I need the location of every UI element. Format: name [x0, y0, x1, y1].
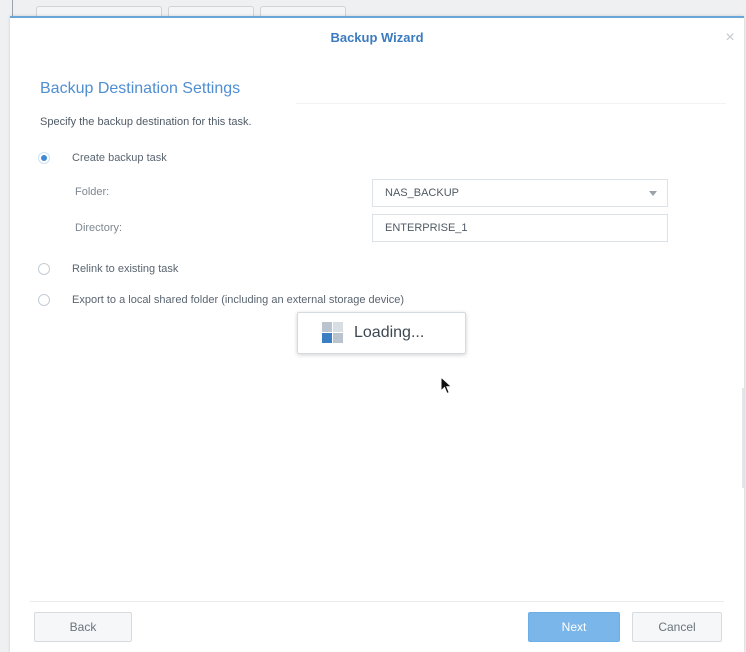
- mouse-cursor-icon: [440, 376, 453, 395]
- loading-text: Loading...: [354, 324, 425, 341]
- cancel-button[interactable]: Cancel: [632, 612, 722, 642]
- next-button[interactable]: Next: [528, 612, 620, 642]
- option-create-label: Create backup task: [72, 152, 167, 164]
- folder-select-value: NAS_BACKUP: [385, 187, 459, 199]
- backup-wizard-dialog: Backup Wizard × Backup Destination Setti…: [10, 16, 744, 652]
- footer-divider: [30, 601, 724, 602]
- folder-label: Folder:: [75, 186, 110, 198]
- folder-select[interactable]: NAS_BACKUP: [372, 179, 668, 207]
- close-icon[interactable]: ×: [720, 18, 740, 58]
- radio-export-local-shared-folder[interactable]: [38, 294, 50, 306]
- back-button[interactable]: Back: [34, 612, 132, 642]
- option-export-local-shared-folder[interactable]: Export to a local shared folder (includi…: [38, 289, 404, 311]
- loading-indicator: Loading...: [297, 312, 466, 354]
- radio-create-backup-task[interactable]: [38, 152, 50, 164]
- option-create-backup-task[interactable]: Create backup task: [38, 147, 167, 169]
- section-divider: [296, 103, 726, 104]
- option-relink-label: Relink to existing task: [72, 263, 179, 275]
- section-title: Backup Destination Settings: [40, 80, 241, 97]
- directory-input-value: ENTERPRISE_1: [385, 222, 468, 234]
- section-description: Specify the backup destination for this …: [40, 116, 252, 128]
- option-export-label: Export to a local shared folder (includi…: [72, 294, 405, 306]
- right-edge-shade: [742, 388, 744, 488]
- radio-relink-existing-task[interactable]: [38, 263, 50, 275]
- loading-icon: [322, 322, 344, 344]
- option-relink-existing-task[interactable]: Relink to existing task: [38, 258, 178, 280]
- dialog-title: Backup Wizard: [330, 30, 424, 45]
- directory-label: Directory:: [75, 222, 123, 234]
- chevron-down-icon[interactable]: [649, 191, 657, 196]
- directory-input[interactable]: ENTERPRISE_1: [372, 214, 668, 242]
